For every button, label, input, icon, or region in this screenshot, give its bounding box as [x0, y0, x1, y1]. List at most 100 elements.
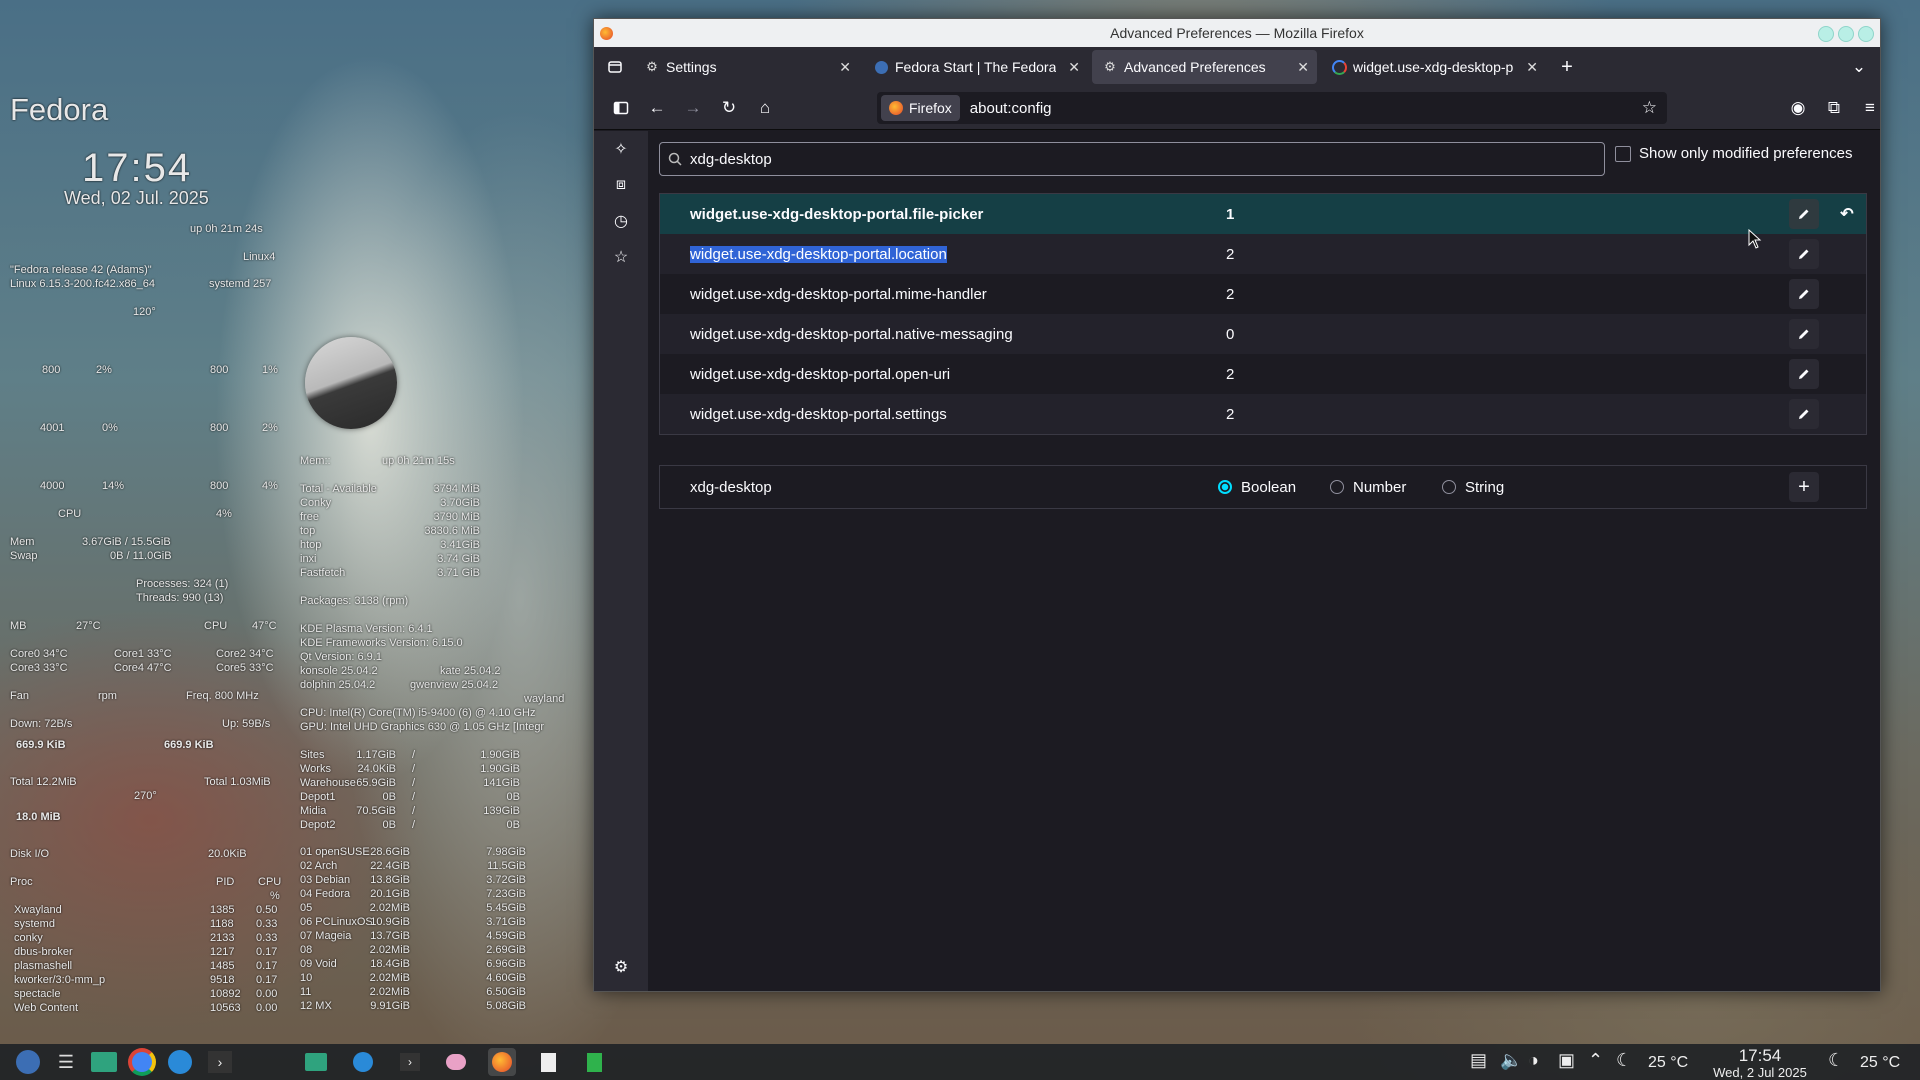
- partition-used: 2.02MiB: [369, 902, 410, 914]
- kde-connect-icon[interactable]: ◑: [1528, 1050, 1539, 1071]
- task-firefox[interactable]: [488, 1048, 516, 1076]
- partition-name: 11: [300, 986, 312, 998]
- ai-chatbot-button[interactable]: ✧: [606, 134, 636, 164]
- back-button[interactable]: ←: [642, 93, 672, 123]
- radio-number[interactable]: Number: [1330, 479, 1406, 496]
- fedora-icon: [873, 59, 889, 75]
- version-line: Qt Version: 6.9.1: [300, 651, 382, 663]
- minimize-button[interactable]: [1818, 26, 1834, 42]
- mem-tool-row: free 3790 MiB: [300, 510, 480, 524]
- radio-boolean[interactable]: Boolean: [1218, 479, 1296, 496]
- close-tab-icon[interactable]: ✕: [1068, 59, 1080, 76]
- radio-button[interactable]: [1442, 480, 1456, 494]
- url-text[interactable]: about:config: [970, 100, 1052, 117]
- edit-pref-button[interactable]: [1789, 199, 1819, 229]
- swap-value: 0B / 11.0GiB: [110, 550, 172, 562]
- pref-row[interactable]: widget.use-xdg-desktop-portal.native-mes…: [660, 314, 1866, 354]
- taskbar: ☰ › › ▤ 🔈 ◑ ▣ ⌃ ☾ 25 °C 17:54 Wed, 2 Jul…: [0, 1044, 1920, 1080]
- home-button[interactable]: ⌂: [750, 93, 780, 123]
- conky-uptime: up 0h 21m 24s: [190, 223, 263, 235]
- partition-row: 04 Fedora 20.1GiB 7.23GiB: [300, 887, 530, 901]
- task-file-manager[interactable]: [302, 1048, 330, 1076]
- system-settings-button[interactable]: ☰: [52, 1048, 80, 1076]
- extensions-button[interactable]: ⧉: [1819, 93, 1849, 123]
- file-manager-button[interactable]: [90, 1048, 118, 1076]
- sidebar-toggle-button[interactable]: [606, 93, 636, 123]
- pref-row[interactable]: widget.use-xdg-desktop-portal.settings 2: [660, 394, 1866, 434]
- prefs-table: widget.use-xdg-desktop-portal.file-picke…: [659, 193, 1867, 435]
- proc-row: plasmashell 1485 0.17: [0, 959, 290, 973]
- radio-string[interactable]: String: [1442, 479, 1504, 496]
- pref-row[interactable]: widget.use-xdg-desktop-portal.location 2: [660, 234, 1866, 274]
- chrome-button[interactable]: [128, 1048, 156, 1076]
- edit-pref-button[interactable]: [1789, 399, 1819, 429]
- partition-row: 12 MX 9.91GiB 5.08GiB: [300, 999, 530, 1013]
- tab-advanced-preferences[interactable]: ⚙ Advanced Preferences ✕: [1092, 50, 1317, 84]
- bookmark-star-icon[interactable]: ☆: [1642, 98, 1657, 118]
- app-launcher-button[interactable]: [14, 1048, 42, 1076]
- tab-settings[interactable]: ⚙ Settings ✕: [634, 50, 859, 84]
- show-modified-checkbox[interactable]: Show only modified preferences: [1615, 145, 1852, 162]
- clipboard-icon[interactable]: ▤: [1470, 1050, 1487, 1071]
- browser-button[interactable]: [166, 1048, 194, 1076]
- task-terminal[interactable]: ›: [396, 1048, 424, 1076]
- close-window-button[interactable]: [1858, 26, 1874, 42]
- search-value[interactable]: xdg-desktop: [690, 151, 772, 168]
- reload-button[interactable]: ↻: [714, 93, 744, 123]
- identity-box[interactable]: Firefox: [881, 95, 960, 121]
- mem-tool-value: 3794 MiB: [433, 483, 480, 495]
- mem-tool-name: Conky: [300, 497, 332, 509]
- taskbar-clock[interactable]: 17:54 Wed, 2 Jul 2025: [1700, 1046, 1820, 1080]
- new-tab-button[interactable]: +: [1552, 52, 1582, 82]
- mem-tool-row: Total - Available 3794 MiB: [300, 482, 480, 496]
- bookmarks-button[interactable]: ☆: [606, 242, 636, 272]
- task-screenshot[interactable]: [442, 1048, 470, 1076]
- edit-pref-button[interactable]: [1789, 359, 1819, 389]
- weather-temp[interactable]: 25 °C: [1648, 1054, 1688, 1072]
- edit-pref-button[interactable]: [1789, 319, 1819, 349]
- task-text-editor[interactable]: [534, 1048, 562, 1076]
- weather-temp[interactable]: 25 °C: [1860, 1054, 1900, 1072]
- radio-button[interactable]: [1218, 480, 1232, 494]
- pref-row[interactable]: widget.use-xdg-desktop-portal.file-picke…: [660, 194, 1866, 234]
- tab-google-search[interactable]: widget.use-xdg-desktop-p ✕: [1321, 50, 1546, 84]
- pencil-icon: [1799, 289, 1809, 299]
- cpu-temp: 47°C: [252, 620, 277, 632]
- pref-name: widget.use-xdg-desktop-portal.location: [690, 245, 947, 263]
- partition-free: 3.71GiB: [486, 916, 526, 928]
- task-spreadsheet[interactable]: [580, 1048, 608, 1076]
- disk-sep: /: [412, 791, 416, 803]
- pref-search-input[interactable]: xdg-desktop: [659, 142, 1605, 176]
- customize-sidebar-button[interactable]: ⚙: [606, 952, 636, 982]
- add-pref-button[interactable]: +: [1789, 472, 1819, 502]
- synced-tabs-button[interactable]: ⧈: [606, 170, 636, 200]
- url-bar[interactable]: Firefox about:config ☆: [877, 92, 1667, 124]
- tab-fedora-start[interactable]: Fedora Start | The Fedora ✕: [863, 50, 1088, 84]
- forward-button[interactable]: →: [678, 93, 708, 123]
- radio-button[interactable]: [1330, 480, 1344, 494]
- firefox-view-button[interactable]: [600, 52, 630, 82]
- proc-cpu: 0.17: [256, 946, 278, 958]
- task-browser[interactable]: [349, 1048, 377, 1076]
- chevron-up-icon[interactable]: ⌃: [1588, 1050, 1603, 1071]
- app-menu-button[interactable]: ≡: [1855, 93, 1885, 123]
- volume-icon[interactable]: 🔈: [1500, 1050, 1522, 1071]
- list-all-tabs-button[interactable]: ⌄: [1844, 52, 1874, 82]
- account-button[interactable]: ◉: [1783, 93, 1813, 123]
- maximize-button[interactable]: [1838, 26, 1854, 42]
- close-tab-icon[interactable]: ✕: [1297, 59, 1309, 76]
- edit-pref-button[interactable]: [1789, 279, 1819, 309]
- cpu-label: CPU: [58, 508, 82, 520]
- close-tab-icon[interactable]: ✕: [1526, 59, 1538, 76]
- spectacle-icon: [446, 1054, 466, 1070]
- pref-row[interactable]: widget.use-xdg-desktop-portal.open-uri 2: [660, 354, 1866, 394]
- history-button[interactable]: ◷: [606, 206, 636, 236]
- pref-row[interactable]: widget.use-xdg-desktop-portal.mime-handl…: [660, 274, 1866, 314]
- edit-pref-button[interactable]: [1789, 239, 1819, 269]
- close-tab-icon[interactable]: ✕: [839, 59, 851, 76]
- network-icon[interactable]: ▣: [1558, 1050, 1575, 1071]
- reset-pref-button[interactable]: ↶: [1832, 199, 1862, 229]
- terminal-button[interactable]: ›: [206, 1048, 234, 1076]
- checkbox[interactable]: [1615, 145, 1631, 162]
- proc-name: spectacle: [14, 988, 61, 1000]
